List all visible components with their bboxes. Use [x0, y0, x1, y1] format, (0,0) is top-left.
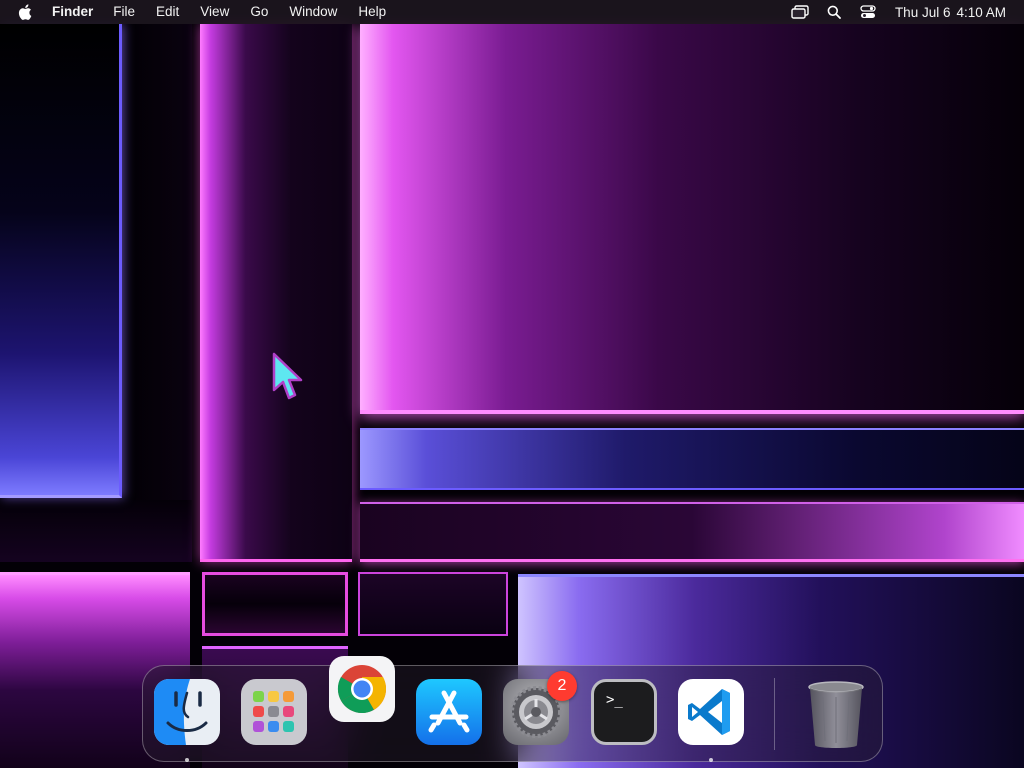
- vscode-icon: [678, 679, 744, 745]
- menu-file[interactable]: File: [113, 0, 135, 24]
- wallpaper-panel: [200, 24, 352, 562]
- dock-app-system-settings[interactable]: 2: [503, 671, 577, 745]
- running-indicator: [185, 758, 189, 762]
- search-icon[interactable]: [825, 4, 843, 20]
- menu-bar-left: Finder File Edit View Go Window Help: [0, 0, 407, 24]
- finder-icon: [154, 679, 220, 745]
- menu-app-finder[interactable]: Finder: [52, 0, 93, 24]
- trash-icon: [808, 681, 864, 748]
- wallpaper-panel: [122, 24, 192, 560]
- menu-bar-right: Thu Jul 6 4:10 AM: [775, 0, 1024, 24]
- menu-help[interactable]: Help: [358, 0, 386, 24]
- menu-edit[interactable]: Edit: [156, 0, 179, 24]
- clock-date: Thu Jul 6: [894, 4, 951, 20]
- dock-app-terminal[interactable]: >_: [591, 679, 657, 745]
- desktop-screen: Finder File Edit View Go Window Help Thu…: [0, 0, 1024, 768]
- running-indicator: [709, 758, 713, 762]
- menu-go[interactable]: Go: [250, 0, 268, 24]
- launchpad-icon: [241, 679, 307, 745]
- chrome-icon: [329, 656, 395, 722]
- dock-app-chrome[interactable]: [329, 656, 395, 722]
- wallpaper-panel: [360, 24, 1024, 414]
- wallpaper-panel: [0, 24, 122, 498]
- dock-app-launchpad[interactable]: [241, 679, 307, 745]
- screen-mirroring-icon[interactable]: [791, 4, 809, 20]
- terminal-icon: >_: [606, 692, 623, 708]
- dock-app-app-store[interactable]: [416, 679, 482, 745]
- notification-badge: 2: [547, 671, 577, 701]
- menu-bar-clock[interactable]: Thu Jul 6 4:10 AM: [895, 5, 1006, 20]
- wallpaper-panel: [358, 572, 508, 636]
- desktop-wallpaper: [0, 0, 1024, 768]
- menu-window[interactable]: Window: [289, 0, 337, 24]
- control-center-icon[interactable]: [859, 4, 877, 20]
- dock-app-vscode[interactable]: [678, 679, 744, 745]
- wallpaper-panel: [202, 572, 348, 636]
- menu-view[interactable]: View: [200, 0, 229, 24]
- wallpaper-panel: [0, 500, 192, 562]
- mouse-cursor-icon: [272, 352, 303, 400]
- apple-logo-icon[interactable]: [18, 4, 34, 20]
- wallpaper-panel: [360, 502, 1024, 562]
- dock-separator: [774, 678, 775, 750]
- dock: 2 >_: [142, 656, 883, 762]
- dock-trash[interactable]: [803, 679, 869, 748]
- app-store-icon: [416, 679, 482, 745]
- clock-time: 4:10 AM: [956, 4, 1006, 20]
- menu-bar: Finder File Edit View Go Window Help Thu…: [0, 0, 1024, 24]
- dock-app-finder[interactable]: [154, 679, 220, 745]
- wallpaper-panel: [360, 428, 1024, 490]
